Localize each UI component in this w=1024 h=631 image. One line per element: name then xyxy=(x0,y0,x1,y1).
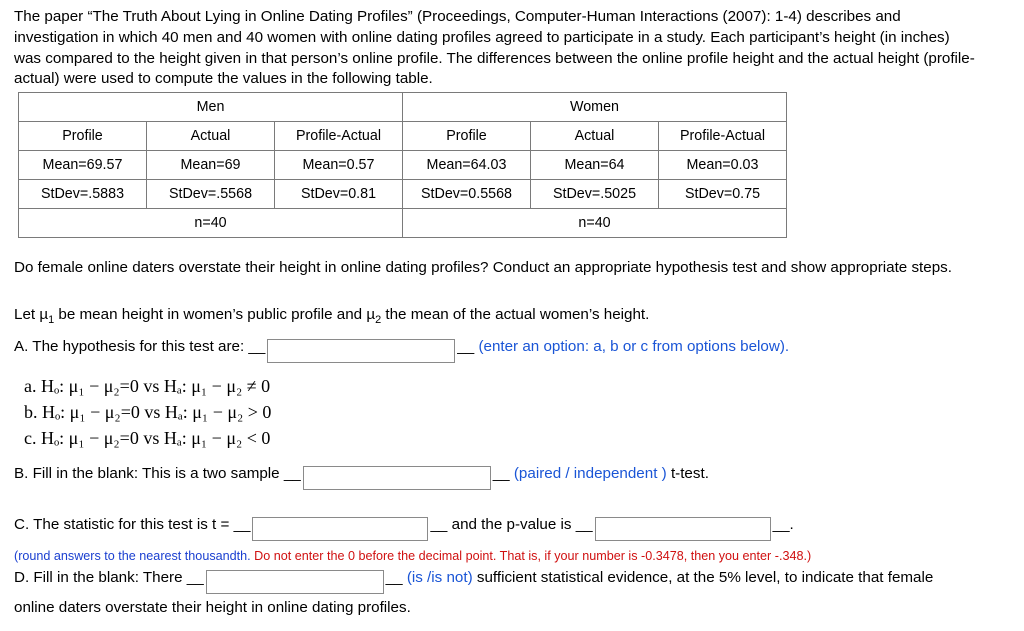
cell-men-actual-stdev: StDev=.5568 xyxy=(146,179,275,209)
question-a-dash: __ xyxy=(457,338,475,355)
rounding-note-part1: (round answers to the nearest thousandth… xyxy=(14,549,255,563)
question-b-label: B. Fill in the blank: This is a two samp… xyxy=(14,465,301,482)
table-row-means: Mean=69.57 Mean=69 Mean=0.57 Mean=64.03 … xyxy=(18,150,787,180)
cell-women-actual-stdev: StDev=.5025 xyxy=(530,179,659,209)
cell-women-diff-mean: Mean=0.03 xyxy=(658,150,787,180)
cell-men-profile-stdev: StDev=.5883 xyxy=(18,179,147,209)
question-a-input[interactable] xyxy=(267,338,456,363)
cell-women-diff-stdev: StDev=0.75 xyxy=(658,179,787,209)
cell-women-profile-mean: Mean=64.03 xyxy=(402,150,531,180)
question-d-dash: __ xyxy=(385,569,403,586)
cell-men-actual-mean: Mean=69 xyxy=(146,150,275,180)
question-a-label: A. The hypothesis for this test are: __ xyxy=(14,338,266,355)
question-c: C. The statistic for this test is t = __… xyxy=(14,515,984,541)
hypothesis-option-c: c. Hₒ: μ₁ − μ₂=0 vs Hₐ: μ₁ − μ₂ < 0 xyxy=(24,428,271,449)
table-header-women-profile-actual: Profile-Actual xyxy=(658,121,787,151)
cell-men-n: n=40 xyxy=(18,208,403,238)
mu1-symbol: µ xyxy=(39,306,49,323)
rounding-note: (round answers to the nearest thousandth… xyxy=(14,548,1004,565)
table-header-men-profile-actual: Profile-Actual xyxy=(274,121,403,151)
cell-women-profile-stdev: StDev=0.5568 xyxy=(402,179,531,209)
hypothesis-option-a: a. Hₒ: μ₁ − μ₂=0 vs Hₐ: μ₁ − μ₂ ≠ 0 xyxy=(24,376,271,396)
question-d-line2: online daters overstate their height in … xyxy=(14,599,411,616)
cell-women-actual-mean: Mean=64 xyxy=(530,150,659,180)
table-row-sample-sizes: n=40 n=40 xyxy=(18,208,787,238)
statistics-table: Men Women Profile Actual Profile-Actual … xyxy=(18,92,787,238)
table-header-men-profile: Profile xyxy=(18,121,147,151)
question-b-dash: __ xyxy=(492,465,510,482)
table-row-group-headers: Men Women xyxy=(18,92,787,122)
question-prompt: Do female online daters overstate their … xyxy=(14,259,952,276)
hypothesis-options: a. Hₒ: μ₁ − μ₂=0 vs Hₐ: μ₁ − μ₂ ≠ 0 b. H… xyxy=(24,373,724,451)
question-c-middle: and the p-value is __ xyxy=(451,516,593,533)
question-c-tail: __. xyxy=(772,516,794,533)
question-a: A. The hypothesis for this test are: __ _… xyxy=(14,337,984,363)
cell-women-n: n=40 xyxy=(402,208,787,238)
cell-men-diff-mean: Mean=0.57 xyxy=(274,150,403,180)
question-d-label: D. Fill in the blank: There __ xyxy=(14,569,204,586)
question-c-statistic-input[interactable] xyxy=(252,516,429,541)
worksheet-page: The paper “The Truth About Lying in Onli… xyxy=(0,0,1024,631)
let-suffix: the mean of the actual women’s height. xyxy=(381,306,650,323)
question-b-input[interactable] xyxy=(302,465,491,490)
cell-men-diff-stdev: StDev=0.81 xyxy=(274,179,403,209)
let-prefix: Let xyxy=(14,306,40,323)
question-d-tail: sufficient statistical evidence, at the … xyxy=(476,569,934,586)
problem-intro-paragraph: The paper “The Truth About Lying in Onli… xyxy=(14,8,975,88)
table-header-women-profile: Profile xyxy=(402,121,531,151)
question-a-hint: (enter an option: a, b or c from options… xyxy=(478,338,790,355)
notation-definition: Let µ1 be mean height in women’s public … xyxy=(14,305,984,328)
cell-men-profile-mean: Mean=69.57 xyxy=(18,150,147,180)
question-b-tail: t-test. xyxy=(670,465,709,482)
let-middle: be mean height in women’s public profile… xyxy=(54,306,367,323)
question-c-label: C. The statistic for this test is t = __ xyxy=(14,516,251,533)
hypothesis-option-b: b. Hₒ: μ₁ − μ₂=0 vs Hₐ: μ₁ − μ₂ > 0 xyxy=(24,402,272,423)
table-header-women-actual: Actual xyxy=(530,121,659,151)
question-d: D. Fill in the blank: There __ __ (is /is… xyxy=(14,568,1004,594)
table-header-men-actual: Actual xyxy=(146,121,275,151)
question-c-pvalue-input[interactable] xyxy=(594,516,771,541)
question-c-dash: __ xyxy=(430,516,448,533)
table-header-men: Men xyxy=(18,92,403,122)
question-b-choices: (paired / independent ) xyxy=(513,465,667,482)
table-row-column-headers: Profile Actual Profile-Actual Profile Ac… xyxy=(18,121,787,151)
table-row-stdevs: StDev=.5883 StDev=.5568 StDev=0.81 StDev… xyxy=(18,179,787,209)
mu2-symbol: µ xyxy=(366,306,376,323)
table-header-women: Women xyxy=(402,92,787,122)
rounding-note-part2: Do not enter the 0 before the decimal po… xyxy=(254,549,812,563)
question-d-input[interactable] xyxy=(205,569,384,594)
question-b: B. Fill in the blank: This is a two samp… xyxy=(14,464,984,490)
question-d-choices: (is /is not) xyxy=(406,569,473,586)
